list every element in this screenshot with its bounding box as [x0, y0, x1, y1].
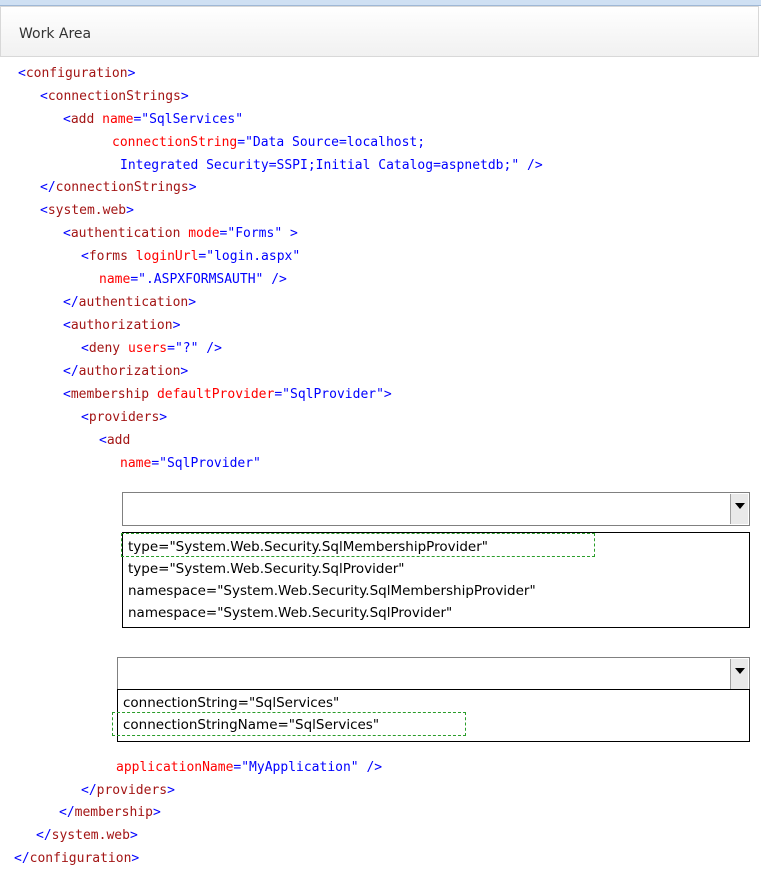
code-line: name=".ASPXFORMSAUTH" /> — [99, 272, 287, 287]
provider-type-options: type="System.Web.Security.SqlMembershipP… — [122, 532, 750, 628]
chevron-down-icon[interactable] — [730, 494, 748, 524]
code-line: <membership defaultProvider="SqlProvider… — [63, 387, 392, 402]
code-line: </authentication> — [63, 295, 197, 310]
code-line: <forms loginUrl="login.aspx" — [81, 249, 301, 264]
provider-type-option[interactable]: type="System.Web.Security.SqlMembershipP… — [128, 537, 488, 557]
code-line: <providers> — [81, 410, 168, 425]
connection-string-option[interactable]: connectionString="SqlServices" — [123, 693, 339, 713]
code-line: <connectionStrings> — [40, 89, 189, 104]
provider-type-dropdown[interactable] — [122, 492, 750, 526]
chevron-down-icon[interactable] — [730, 659, 748, 689]
code-line: <configuration> — [18, 66, 136, 81]
connection-string-option[interactable]: connectionStringName="SqlServices" — [123, 715, 379, 735]
connection-string-options: connectionString="SqlServices" connectio… — [117, 689, 750, 742]
provider-type-option[interactable]: namespace="System.Web.Security.SqlMember… — [128, 581, 536, 601]
code-line: </connectionStrings> — [40, 180, 197, 195]
code-line: connectionString="Data Source=localhost; — [112, 135, 426, 150]
code-line: applicationName="MyApplication" /> — [116, 760, 383, 775]
code-line: </system.web> — [36, 828, 138, 843]
code-line: <add — [99, 433, 131, 448]
code-line: Integrated Security=SSPI;Initial Catalog… — [120, 158, 543, 173]
provider-type-option[interactable]: type="System.Web.Security.SqlProvider" — [128, 559, 405, 579]
code-line: <authorization> — [63, 318, 181, 333]
code-line: <authentication mode="Forms" > — [63, 226, 298, 241]
code-line: <system.web> — [40, 203, 134, 218]
code-area: <configuration> <connectionStrings> <add… — [0, 0, 761, 875]
code-line: </providers> — [81, 783, 175, 798]
code-line: <add name="SqlServices" — [63, 112, 244, 127]
connection-string-dropdown[interactable] — [117, 657, 750, 691]
code-line: name="SqlProvider" — [120, 456, 261, 471]
code-line: </authorization> — [63, 364, 189, 379]
code-line: </membership> — [59, 805, 161, 820]
code-line: <deny users="?" /> — [81, 341, 222, 356]
provider-type-option[interactable]: namespace="System.Web.Security.SqlProvid… — [128, 603, 452, 623]
code-line: </configuration> — [14, 851, 140, 866]
